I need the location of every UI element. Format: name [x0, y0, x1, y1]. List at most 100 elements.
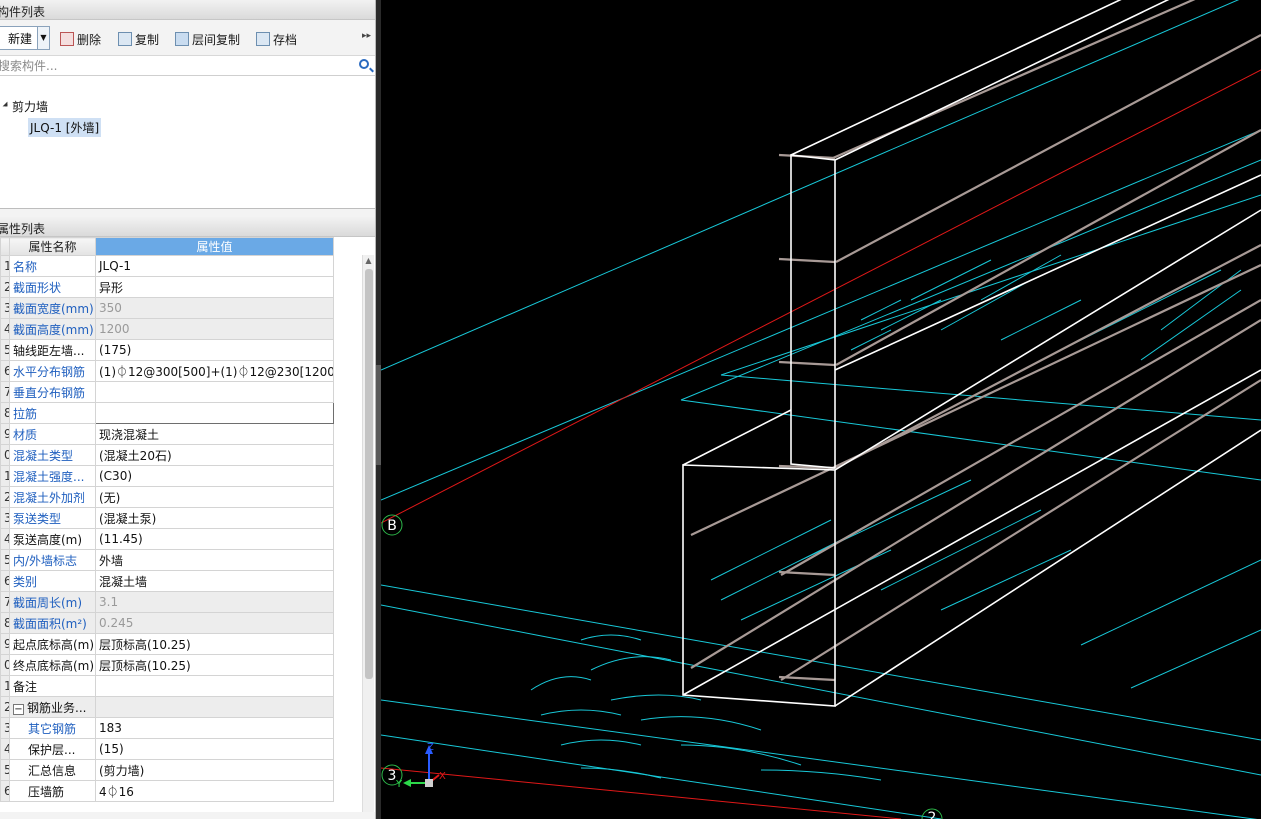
table-row[interactable]: 9材质现浇混凝土 — [0, 423, 334, 445]
row-number: 3 — [0, 297, 10, 319]
property-value[interactable]: 混凝土墙 — [95, 570, 334, 592]
scrollbar-thumb[interactable] — [365, 269, 373, 679]
copy-button[interactable]: 复制 — [118, 29, 159, 49]
row-number: 6 — [0, 360, 10, 382]
table-row[interactable]: 5汇总信息(剪力墙) — [0, 759, 334, 781]
property-value[interactable]: (11.45) — [95, 528, 334, 550]
property-value[interactable]: 4⏀16 — [95, 780, 334, 802]
row-number: 5 — [0, 549, 10, 571]
expand-icon[interactable] — [2, 101, 8, 107]
table-row[interactable]: 4泵送高度(m)(11.45) — [0, 528, 334, 550]
property-value[interactable] — [95, 381, 334, 403]
property-value[interactable]: (15) — [95, 738, 334, 760]
gizmo-z-label: Z — [427, 742, 434, 753]
scroll-up-icon[interactable]: ▲ — [363, 255, 374, 267]
property-value[interactable]: 层顶标高(10.25) — [95, 633, 334, 655]
property-name: 混凝土强度... — [9, 465, 96, 487]
rebar-lines — [690, 0, 1261, 682]
table-row[interactable]: 4保护层...(15) — [0, 738, 334, 760]
property-value[interactable]: 层顶标高(10.25) — [95, 654, 334, 676]
table-row[interactable]: 9起点底标高(m)层顶标高(10.25) — [0, 633, 334, 655]
property-value[interactable]: 异形 — [95, 276, 334, 298]
property-value[interactable]: (混凝土泵) — [95, 507, 334, 529]
new-button[interactable]: 新建 ▼ — [0, 26, 50, 50]
property-value[interactable]: (无) — [95, 486, 334, 508]
property-value[interactable] — [95, 675, 334, 697]
property-value[interactable]: (1)⏀12@300[500]+(1)⏀12@230[1200] — [95, 360, 334, 382]
floor-copy-button[interactable]: 层间复制 — [175, 29, 240, 49]
row-number: 9 — [0, 633, 10, 655]
property-name: 钢筋业务... — [27, 700, 87, 715]
3d-viewport[interactable]: B 3 2 Z Y X — [380, 0, 1261, 819]
property-value[interactable]: JLQ-1 — [95, 255, 334, 277]
table-row-group[interactable]: 2−钢筋业务... — [0, 696, 334, 718]
property-name: 混凝土外加剂 — [9, 486, 96, 508]
property-value[interactable]: 外墙 — [95, 549, 334, 571]
property-value — [95, 696, 334, 718]
property-value[interactable]: (175) — [95, 339, 334, 361]
property-grid: 属性名称 属性值 1名称JLQ-1 2截面形状异形 3截面宽度(mm)350 4… — [0, 237, 375, 812]
axis-bubble-2[interactable]: 2 — [921, 808, 943, 819]
property-name: 其它钢筋 — [9, 717, 96, 739]
rebar-annotation-strokes — [530, 254, 1242, 781]
row-number: 3 — [0, 507, 10, 529]
row-number: 5 — [0, 759, 10, 781]
axis-gizmo: Z Y X — [395, 742, 446, 790]
search-input[interactable] — [0, 56, 338, 75]
property-name: 压墙筋 — [9, 780, 96, 802]
property-value[interactable]: (混凝土20石) — [95, 444, 334, 466]
table-row[interactable]: 5内/外墙标志外墙 — [0, 549, 334, 571]
vertical-scrollbar[interactable]: ▲ — [362, 255, 374, 812]
more-tools-icon[interactable]: ▸▸ — [362, 31, 371, 41]
table-row[interactable]: 5轴线距左墙...(175) — [0, 339, 334, 361]
property-value[interactable]: 183 — [95, 717, 334, 739]
save-button[interactable]: 存档 — [256, 29, 297, 49]
table-row[interactable]: 1混凝土强度...(C30) — [0, 465, 334, 487]
table-row[interactable]: 6压墙筋4⏀16 — [0, 780, 334, 802]
property-name: 终点底标高(m) — [9, 654, 96, 676]
tree-item[interactable]: JLQ-1 [外墙] — [28, 118, 102, 137]
axis-bubble-b[interactable]: B — [381, 514, 403, 536]
row-number: 5 — [0, 339, 10, 361]
property-name: 拉筋 — [9, 402, 96, 424]
property-name: 保护层... — [9, 738, 96, 760]
table-row[interactable]: 0终点底标高(m)层顶标高(10.25) — [0, 654, 334, 676]
component-search — [0, 56, 375, 76]
table-row[interactable]: 1备注 — [0, 675, 334, 697]
table-row[interactable]: 0混凝土类型(混凝土20石) — [0, 444, 334, 466]
copy-label: 复制 — [135, 32, 160, 47]
property-value[interactable]: (剪力墙) — [95, 759, 334, 781]
search-icon[interactable] — [359, 59, 369, 69]
chevron-down-icon[interactable]: ▼ — [37, 27, 49, 49]
table-row[interactable]: 3泵送类型(混凝土泵) — [0, 507, 334, 529]
table-row[interactable]: 8拉筋 — [0, 402, 334, 424]
table-row[interactable]: 7截面周长(m)3.1 — [0, 591, 334, 613]
table-row[interactable]: 7垂直分布钢筋 — [0, 381, 334, 403]
row-number: 0 — [0, 444, 10, 466]
table-row[interactable]: 3其它钢筋183 — [0, 717, 334, 739]
property-value-editor[interactable] — [95, 402, 334, 424]
collapse-icon[interactable]: − — [13, 703, 24, 715]
property-name: 水平分布钢筋 — [9, 360, 96, 382]
component-list-title: 构件列表 — [0, 5, 46, 19]
copy-icon — [118, 32, 132, 46]
viewport-canvas[interactable]: B 3 2 Z Y X — [380, 0, 1261, 819]
table-row[interactable]: 2截面形状异形 — [0, 276, 334, 298]
row-number: 4 — [0, 738, 10, 760]
delete-label: 删除 — [77, 32, 102, 47]
table-row[interactable]: 8截面面积(m²)0.245 — [0, 612, 334, 634]
row-number: 1 — [0, 675, 10, 697]
property-value[interactable]: (C30) — [95, 465, 334, 487]
row-number: 8 — [0, 402, 10, 424]
table-row[interactable]: 6水平分布钢筋(1)⏀12@300[500]+(1)⏀12@230[1200] — [0, 360, 334, 382]
table-row[interactable]: 1名称JLQ-1 — [0, 255, 334, 277]
table-row[interactable]: 6类别混凝土墙 — [0, 570, 334, 592]
table-row[interactable]: 4截面高度(mm)1200 — [0, 318, 334, 340]
tree-category[interactable]: 剪力墙 — [12, 98, 48, 115]
table-row[interactable]: 2混凝土外加剂(无) — [0, 486, 334, 508]
property-value[interactable]: 现浇混凝土 — [95, 423, 334, 445]
save-label: 存档 — [273, 32, 298, 47]
table-row[interactable]: 3截面宽度(mm)350 — [0, 297, 334, 319]
delete-button[interactable]: 删除 — [60, 29, 101, 49]
property-name: 混凝土类型 — [9, 444, 96, 466]
